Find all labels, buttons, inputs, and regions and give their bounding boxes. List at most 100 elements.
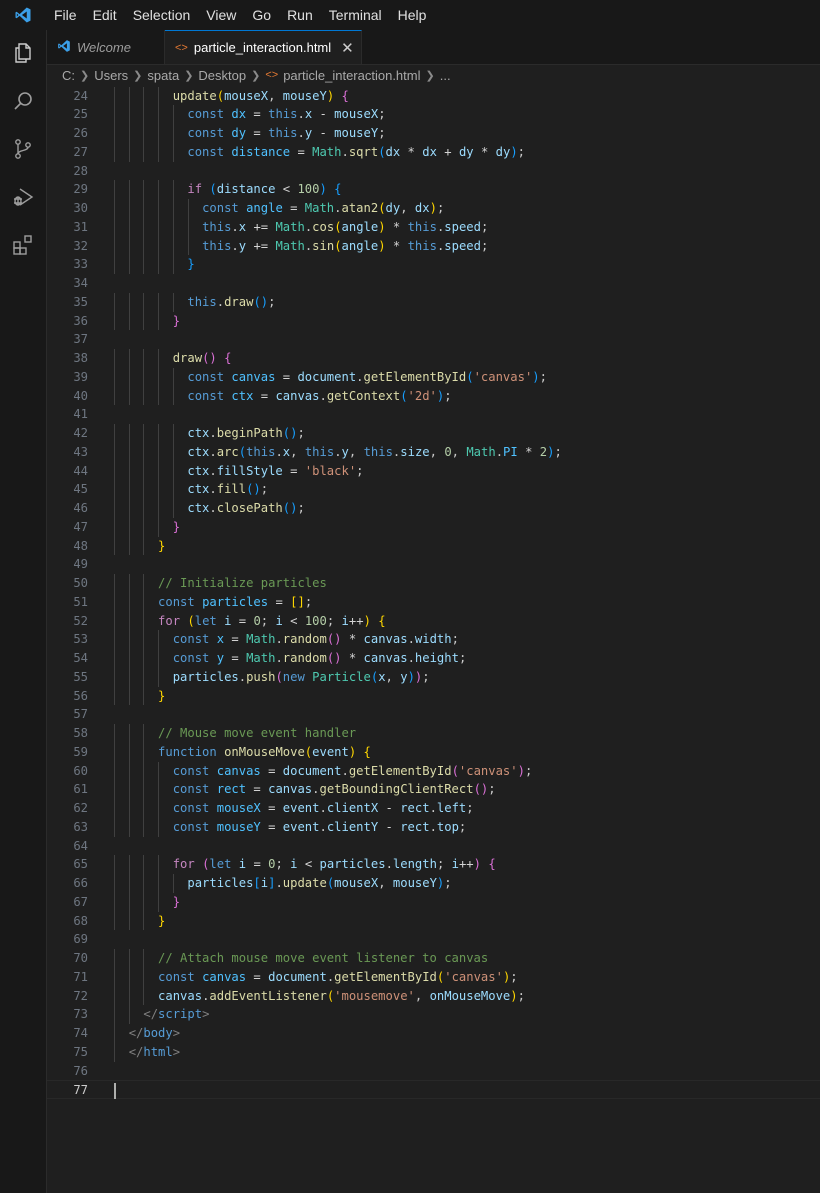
menu-terminal[interactable]: Terminal: [321, 0, 390, 30]
code-line[interactable]: 41: [47, 405, 820, 424]
source-control-icon[interactable]: [0, 126, 46, 172]
menu-edit[interactable]: Edit: [85, 0, 125, 30]
breadcrumb-item[interactable]: Desktop: [198, 68, 246, 83]
code-line[interactable]: 25 const dx = this.x - mouseX;: [47, 105, 820, 124]
breadcrumb-item[interactable]: ...: [440, 68, 451, 83]
search-icon[interactable]: [0, 78, 46, 124]
code-line[interactable]: 45 ctx.fill();: [47, 480, 820, 499]
code-token: sqrt: [348, 144, 379, 159]
code-line[interactable]: 58 // Mouse move event handler: [47, 724, 820, 743]
indent-guide: [114, 349, 115, 368]
code-line[interactable]: 40 const ctx = canvas.getContext('2d');: [47, 387, 820, 406]
code-line[interactable]: 37: [47, 330, 820, 349]
line-code: for (let i = 0; i < 100; i++) {: [114, 612, 386, 631]
code-token: mouseY: [392, 876, 437, 890]
code-line[interactable]: 29 if (distance < 100) {: [47, 180, 820, 199]
code-line[interactable]: 43 ctx.arc(this.x, this.y, this.size, 0,…: [47, 443, 820, 462]
code-token: ctx: [187, 482, 210, 497]
code-line[interactable]: 77: [47, 1080, 820, 1100]
indent-guide: [158, 499, 160, 518]
code-line[interactable]: 53 const x = Math.random() * canvas.widt…: [47, 630, 820, 649]
code-token: width: [414, 632, 452, 647]
code-line[interactable]: 68 }: [47, 912, 820, 931]
code-line[interactable]: 33 }: [47, 255, 820, 274]
breadcrumb-item[interactable]: spata: [147, 68, 179, 83]
close-icon[interactable]: ✕: [341, 39, 354, 57]
line-number: 72: [73, 988, 88, 1003]
code-line[interactable]: 51 const particles = [];: [47, 593, 820, 612]
menu-view[interactable]: View: [198, 0, 244, 30]
indent-guide: [114, 292, 115, 312]
extensions-icon[interactable]: [0, 222, 46, 268]
code-line[interactable]: 67 }: [47, 893, 820, 912]
code-token: ;: [297, 501, 305, 515]
code-line[interactable]: 36 }: [47, 312, 820, 331]
code-line[interactable]: 47 }: [47, 518, 820, 537]
code-line[interactable]: 63 const mouseY = event.clientY - rect.t…: [47, 818, 820, 837]
code-line[interactable]: 74 </body>: [47, 1024, 820, 1043]
explorer-icon[interactable]: [0, 30, 46, 76]
run-debug-icon[interactable]: [0, 174, 46, 220]
code-line[interactable]: 75 </html>: [47, 1043, 820, 1062]
code-line[interactable]: 76: [47, 1062, 820, 1081]
code-line[interactable]: 28: [47, 162, 820, 181]
code-line[interactable]: 42 ctx.beginPath();: [47, 424, 820, 443]
tab-bar: Welcome <> particle_interaction.html ✕: [47, 30, 820, 65]
breadcrumb-item[interactable]: Users: [94, 68, 128, 83]
code-line[interactable]: 24 update(mouseX, mouseY) {: [47, 87, 820, 106]
tab-particle-interaction[interactable]: <> particle_interaction.html ✕: [165, 30, 362, 64]
code-line[interactable]: 55 particles.push(new Particle(x, y));: [47, 668, 820, 687]
code-line[interactable]: 66 particles[i].update(mouseX, mouseY);: [47, 874, 820, 893]
menu-help[interactable]: Help: [390, 0, 435, 30]
line-code: </html>: [114, 1043, 180, 1062]
line-code: // Initialize particles: [114, 574, 327, 593]
code-line[interactable]: 72 canvas.addEventListener('mousemove', …: [47, 987, 820, 1006]
menu-run[interactable]: Run: [279, 0, 321, 30]
code-line[interactable]: 64: [47, 837, 820, 856]
code-line[interactable]: 49: [47, 555, 820, 574]
code-line[interactable]: 27 const distance = Math.sqrt(dx * dx + …: [47, 143, 820, 162]
indent-guide: [128, 180, 130, 199]
code-line[interactable]: 46 ctx.closePath();: [47, 499, 820, 518]
code-line[interactable]: 54 const y = Math.random() * canvas.heig…: [47, 649, 820, 668]
code-line[interactable]: 70 // Attach mouse move event listener t…: [47, 949, 820, 968]
code-line[interactable]: 71 const canvas = document.getElementByI…: [47, 968, 820, 987]
code-line[interactable]: 48 }: [47, 537, 820, 556]
code-line[interactable]: 26 const dy = this.y - mouseY;: [47, 124, 820, 143]
indent-guide: [172, 386, 174, 406]
code-line[interactable]: 57: [47, 705, 820, 724]
code-line[interactable]: 31 this.x += Math.cos(angle) * this.spee…: [47, 218, 820, 237]
code-line[interactable]: 65 for (let i = 0; i < particles.length;…: [47, 855, 820, 874]
breadcrumb-item[interactable]: C:: [62, 68, 75, 83]
menu-file[interactable]: File: [46, 0, 85, 30]
code-line[interactable]: 39 const canvas = document.getElementByI…: [47, 368, 820, 387]
code-token: y: [216, 651, 225, 665]
code-line[interactable]: 35 this.draw();: [47, 293, 820, 312]
code-line[interactable]: 44 ctx.fillStyle = 'black';: [47, 462, 820, 481]
code-line[interactable]: 60 const canvas = document.getElementByI…: [47, 762, 820, 781]
code-token: script: [158, 1007, 203, 1022]
menu-go[interactable]: Go: [244, 0, 279, 30]
code-line[interactable]: 59 function onMouseMove(event) {: [47, 743, 820, 762]
line-code: this.y += Math.sin(angle) * this.speed;: [114, 237, 488, 256]
code-line[interactable]: 56 }: [47, 687, 820, 706]
code-line[interactable]: 52 for (let i = 0; i < 100; i++) {: [47, 612, 820, 631]
code-token: for: [158, 613, 188, 628]
code-editor[interactable]: 24 update(mouseX, mouseY) {25 const dx =…: [47, 86, 820, 1193]
code-line[interactable]: 30 const angle = Math.atan2(dy, dx);: [47, 199, 820, 218]
indent-guide: [114, 1024, 115, 1043]
code-line[interactable]: 34: [47, 274, 820, 293]
line-code: const mouseY = event.clientY - rect.top;: [114, 818, 467, 837]
menu-selection[interactable]: Selection: [125, 0, 199, 30]
line-code: this.x += Math.cos(angle) * this.speed;: [114, 218, 488, 237]
breadcrumb-item[interactable]: particle_interaction.html: [283, 68, 420, 83]
code-line[interactable]: 61 const rect = canvas.getBoundingClient…: [47, 780, 820, 799]
code-line[interactable]: 62 const mouseX = event.clientX - rect.l…: [47, 799, 820, 818]
indent-guide: [158, 86, 160, 106]
code-line[interactable]: 38 draw() {: [47, 349, 820, 368]
code-line[interactable]: 50 // Initialize particles: [47, 574, 820, 593]
tab-welcome[interactable]: Welcome: [47, 30, 165, 64]
code-line[interactable]: 32 this.y += Math.sin(angle) * this.spee…: [47, 237, 820, 256]
code-line[interactable]: 69: [47, 930, 820, 949]
code-line[interactable]: 73 </script>: [47, 1005, 820, 1024]
